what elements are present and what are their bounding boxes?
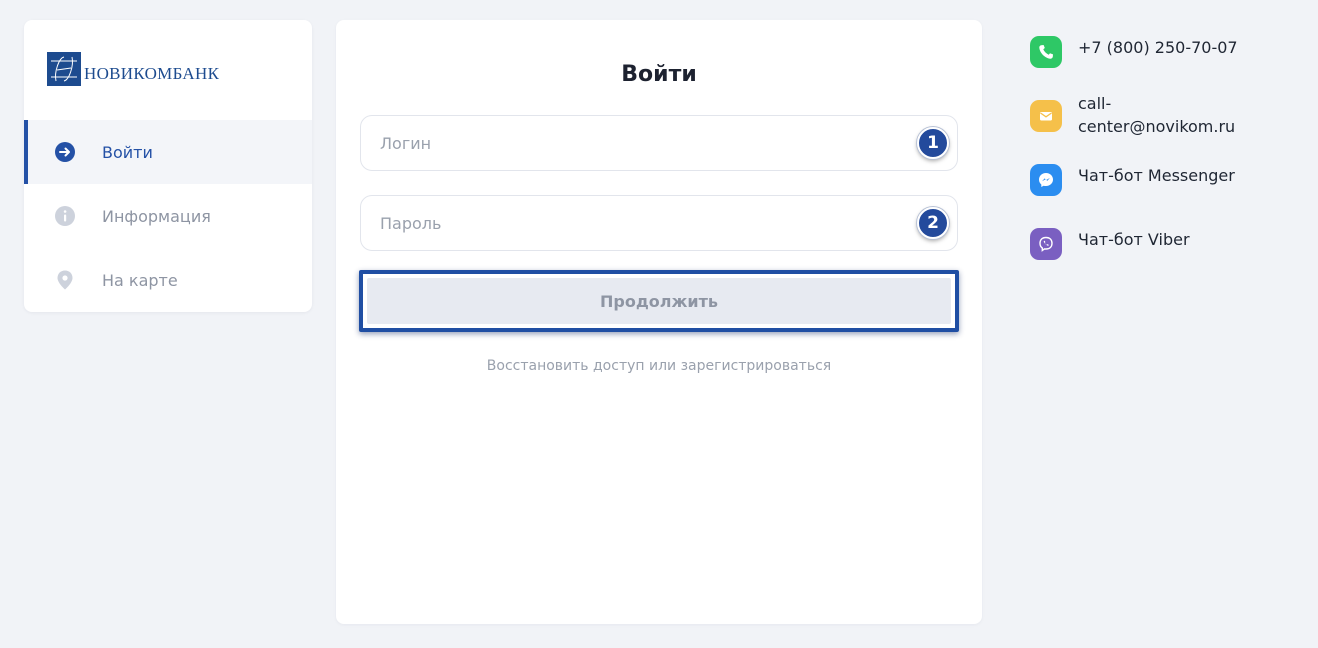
login-field: 1	[360, 115, 958, 171]
brand-logo[interactable]: НОВИКОМБАНК	[47, 52, 219, 86]
continue-highlight-frame: Продолжить	[359, 270, 959, 332]
arrow-right-circle-icon	[55, 142, 75, 162]
sidebar-item-information[interactable]: Информация	[24, 184, 312, 248]
messenger-icon	[1030, 164, 1062, 196]
sidebar-item-label: Информация	[102, 206, 211, 226]
login-card: Войти 1 2 Продолжить Восстановить доступ…	[336, 20, 982, 624]
password-input[interactable]	[361, 196, 957, 250]
phone-icon	[1030, 36, 1062, 68]
mail-icon	[1030, 100, 1062, 132]
viber-icon	[1030, 228, 1062, 260]
step-badge-1: 1	[917, 127, 949, 159]
login-input[interactable]	[361, 116, 957, 170]
contact-messenger-text: Чат-бот Messenger	[1078, 166, 1235, 185]
page-title: Войти	[621, 62, 697, 87]
map-pin-icon	[57, 270, 73, 290]
contact-viber-text: Чат-бот Viber	[1078, 230, 1190, 249]
sidebar-item-map[interactable]: На карте	[24, 248, 312, 312]
contact-email-text: call- center@novikom.ru	[1078, 92, 1235, 138]
sidebar-item-login[interactable]: Войти	[24, 120, 312, 184]
sidebar-item-label: Войти	[102, 142, 153, 162]
password-field: 2	[360, 195, 958, 251]
continue-button[interactable]: Продолжить	[367, 278, 951, 324]
contact-email-line: call-	[1078, 94, 1112, 113]
contact-messenger[interactable]: Чат-бот Messenger	[1030, 164, 1235, 196]
sidebar-nav: Войти Информация На карте	[24, 120, 312, 312]
brand-name: НОВИКОМБАНК	[84, 64, 220, 83]
contact-email-line: center@novikom.ru	[1078, 117, 1236, 136]
page: НОВИКОМБАНК Войти Информация На карте Во…	[0, 0, 1318, 648]
sidebar-item-label: На карте	[102, 270, 178, 290]
restore-access-link[interactable]: Восстановить доступ или зарегистрировать…	[336, 358, 982, 374]
sidebar: НОВИКОМБАНК Войти Информация На карте	[24, 20, 312, 312]
step-badge-2: 2	[917, 207, 949, 239]
novikombank-monogram-icon	[47, 52, 81, 86]
contact-viber[interactable]: Чат-бот Viber	[1030, 228, 1190, 260]
contact-email[interactable]: call- center@novikom.ru	[1030, 94, 1235, 138]
contact-phone-text: +7 (800) 250-70-07	[1078, 38, 1238, 57]
info-circle-icon	[55, 206, 75, 226]
contact-phone[interactable]: +7 (800) 250-70-07	[1030, 36, 1238, 68]
